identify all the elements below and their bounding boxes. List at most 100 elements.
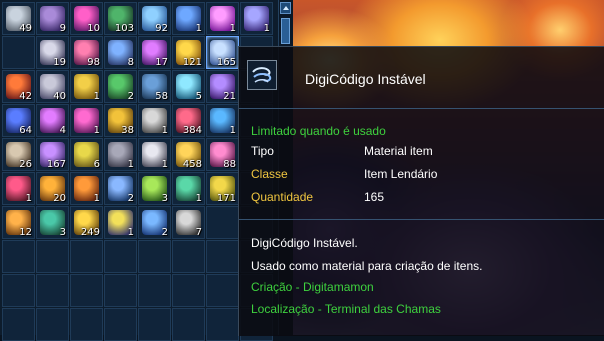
inventory-slot[interactable]: 249 [70, 206, 103, 239]
item-quantity: 458 [182, 159, 202, 170]
inventory-slot[interactable]: 1 [70, 172, 103, 205]
inventory-slot-empty[interactable] [206, 308, 239, 341]
item-quantity: 6 [93, 159, 100, 170]
inventory-slot-empty[interactable] [36, 308, 69, 341]
inventory-slot[interactable]: 40 [36, 70, 69, 103]
inventory-slot[interactable]: 1 [240, 2, 273, 35]
item-restriction: Limitado quando é usado [251, 124, 386, 138]
inventory-slot-empty[interactable] [206, 240, 239, 273]
inventory-slot[interactable]: 2 [104, 70, 137, 103]
inventory-slot-empty[interactable] [70, 308, 103, 341]
description-text: Usado como material para criação de iten… [251, 259, 483, 273]
inventory-slot-empty[interactable] [2, 308, 35, 341]
description-title: DigiCódigo Instável. [251, 236, 358, 250]
inventory-slot[interactable]: 88 [206, 138, 239, 171]
inventory-slot[interactable]: 9 [36, 2, 69, 35]
inventory-slot[interactable]: 121 [172, 36, 205, 69]
inventory-slot-empty[interactable] [172, 308, 205, 341]
inventory-slot[interactable]: 1 [104, 138, 137, 171]
item-quantity: 249 [80, 227, 100, 238]
inventory-slot[interactable]: 1 [138, 104, 171, 137]
inventory-slot[interactable]: 19 [36, 36, 69, 69]
item-quantity: 49 [19, 23, 32, 34]
inventory-slot[interactable]: 171 [206, 172, 239, 205]
item-quantity: 12 [19, 227, 32, 238]
inventory-slot-empty[interactable] [104, 240, 137, 273]
inventory-slot[interactable]: 3 [138, 172, 171, 205]
item-quantity: 58 [155, 91, 168, 102]
inventory-slot-empty[interactable] [2, 240, 35, 273]
item-quantity: 4 [59, 125, 66, 136]
inventory-slot[interactable]: 49 [2, 2, 35, 35]
inventory-slot[interactable]: 26 [2, 138, 35, 171]
item-quantity: 92 [155, 23, 168, 34]
item-quantity: 171 [216, 193, 236, 204]
inventory-slot[interactable]: 17 [138, 36, 171, 69]
item-quantity: 40 [53, 91, 66, 102]
inventory-slot-empty[interactable] [2, 274, 35, 307]
inventory-slot[interactable]: 1 [206, 2, 239, 35]
field-row-quantity: Quantidade 165 [251, 190, 591, 206]
inventory-slot[interactable]: 5 [172, 70, 205, 103]
item-quantity: 19 [53, 57, 66, 68]
inventory-slot[interactable]: 1 [206, 104, 239, 137]
field-row-class: Classe Item Lendário [251, 167, 591, 183]
separator [239, 219, 604, 220]
inventory-grid: 49 9 10 103 92 1 1 1 19 98 8 17 121 165 42 40 1 2 58 5 21 64 4… [2, 2, 273, 341]
item-quantity: 103 [114, 23, 134, 34]
inventory-slot[interactable]: 8 [104, 36, 137, 69]
inventory-slot-empty[interactable] [206, 206, 239, 239]
inventory-slot-empty[interactable] [138, 274, 171, 307]
inventory-slot-empty[interactable] [70, 274, 103, 307]
inventory-slot[interactable]: 21 [206, 70, 239, 103]
inventory-slot[interactable]: 458 [172, 138, 205, 171]
inventory-slot[interactable]: 98 [70, 36, 103, 69]
scroll-up-arrow-icon[interactable] [280, 2, 291, 14]
inventory-slot[interactable]: 10 [70, 2, 103, 35]
inventory-slot[interactable]: 92 [138, 2, 171, 35]
inventory-slot[interactable]: 1 [70, 104, 103, 137]
item-quantity: 1 [93, 125, 100, 136]
inventory-slot[interactable]: 1 [2, 172, 35, 205]
inventory-slot[interactable]: 103 [104, 2, 137, 35]
field-row-type: Tipo Material item [251, 144, 591, 160]
inventory-slot[interactable]: 167 [36, 138, 69, 171]
item-quantity: 20 [53, 193, 66, 204]
inventory-slot-empty[interactable] [36, 274, 69, 307]
item-quantity: 21 [223, 91, 236, 102]
inventory-slot-empty[interactable] [138, 240, 171, 273]
inventory-slot[interactable]: 1 [70, 70, 103, 103]
inventory-slot[interactable]: 7 [172, 206, 205, 239]
inventory-slot[interactable]: 1 [138, 138, 171, 171]
inventory-slot[interactable]: 20 [36, 172, 69, 205]
inventory-slot[interactable]: 3 [36, 206, 69, 239]
inventory-slot-empty[interactable] [2, 36, 35, 69]
field-label: Quantidade [251, 190, 314, 204]
inventory-slot-empty[interactable] [104, 274, 137, 307]
inventory-slot[interactable]: 4 [36, 104, 69, 137]
separator [239, 108, 604, 109]
inventory-slot[interactable]: 1 [104, 206, 137, 239]
inventory-slot-empty[interactable] [138, 308, 171, 341]
inventory-slot-empty[interactable] [104, 308, 137, 341]
inventory-slot[interactable]: 2 [138, 206, 171, 239]
inventory-slot[interactable]: 12 [2, 206, 35, 239]
inventory-slot-empty[interactable] [206, 274, 239, 307]
inventory-slot[interactable]: 2 [104, 172, 137, 205]
scroll-thumb[interactable] [281, 18, 290, 44]
inventory-slot-empty[interactable] [172, 274, 205, 307]
inventory-slot[interactable]: 384 [172, 104, 205, 137]
inventory-slot-empty[interactable] [172, 240, 205, 273]
inventory-slot-empty[interactable] [70, 240, 103, 273]
inventory-slot[interactable]: 165 [206, 36, 239, 69]
inventory-slot[interactable]: 1 [172, 172, 205, 205]
inventory-slot[interactable]: 42 [2, 70, 35, 103]
inventory-slot-empty[interactable] [36, 240, 69, 273]
inventory-slot[interactable]: 58 [138, 70, 171, 103]
inventory-slot[interactable]: 64 [2, 104, 35, 137]
inventory-slot[interactable]: 6 [70, 138, 103, 171]
item-quantity: 9 [59, 23, 66, 34]
item-quantity: 1 [93, 193, 100, 204]
inventory-slot[interactable]: 38 [104, 104, 137, 137]
inventory-slot[interactable]: 1 [172, 2, 205, 35]
